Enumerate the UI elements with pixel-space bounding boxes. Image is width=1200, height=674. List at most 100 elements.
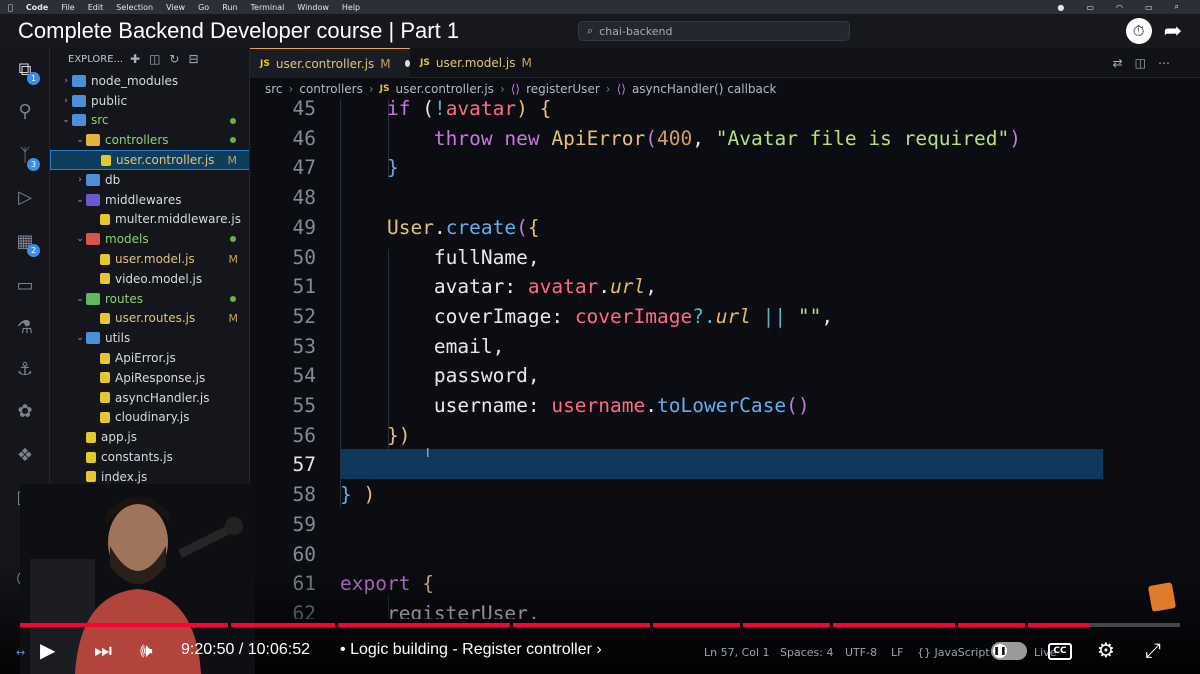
file-item[interactable]: user.routes.js M [50, 309, 249, 329]
code-line[interactable]: 57 [250, 450, 1200, 480]
chevron-right-icon[interactable]: › [74, 175, 86, 185]
folder-item[interactable]: ⌄ controllers [50, 130, 249, 150]
code-line[interactable]: 48 [250, 183, 1200, 213]
status-language[interactable]: {} JavaScript [917, 646, 990, 659]
menu-terminal[interactable]: Terminal [251, 3, 285, 12]
file-item[interactable]: app.js [50, 427, 249, 447]
folder-item[interactable]: ⌄ models [50, 229, 249, 249]
exit-fullscreen-icon[interactable]: ⤢ [1145, 638, 1161, 662]
volume-icon[interactable]: 🕪 [140, 638, 153, 662]
file-item[interactable]: user.model.js M [50, 249, 249, 269]
wifi-icon[interactable]: ◠ [1116, 3, 1123, 12]
status-cursor-position[interactable]: Ln 57, Col 1 [704, 646, 770, 659]
more-actions-icon[interactable]: ⋯ [1158, 56, 1170, 70]
chevron-right-icon[interactable]: › [60, 96, 72, 106]
breadcrumb-callback[interactable]: asyncHandler() callback [632, 82, 776, 96]
refresh-icon[interactable]: ↻ [169, 52, 179, 66]
new-file-icon[interactable]: ✚ [130, 52, 140, 66]
autoplay-toggle[interactable]: ❚❚ [991, 642, 1027, 660]
remote-explorer-icon[interactable]: ▭ [13, 274, 37, 298]
breadcrumb-controllers[interactable]: controllers [299, 82, 363, 96]
status-eol[interactable]: LF [891, 646, 903, 659]
folder-item[interactable]: › public [50, 91, 249, 111]
folder-item[interactable]: › node_modules [50, 71, 249, 91]
chevron-down-icon[interactable]: ⌄ [74, 333, 86, 343]
file-item[interactable]: constants.js [50, 447, 249, 467]
source-control-icon[interactable]: ᛉ3 [13, 144, 40, 171]
status-indentation[interactable]: Spaces: 4 [780, 646, 833, 659]
mongodb-icon[interactable]: ✿ [13, 400, 37, 424]
file-item[interactable]: user.controller.js M [50, 150, 249, 170]
watch-later-icon[interactable]: ⏱ [1125, 18, 1152, 44]
code-line[interactable]: 55 username: username.toLowerCase() [250, 391, 1200, 421]
folder-item[interactable]: › db [50, 170, 249, 190]
command-center-search[interactable]: ⌕ chai-backend [578, 21, 850, 41]
menu-go[interactable]: Go [198, 3, 209, 12]
chevron-down-icon[interactable]: ⌄ [74, 294, 86, 304]
git-graph-icon[interactable]: ❖ [13, 444, 37, 468]
chevron-down-icon[interactable]: ⌄ [74, 135, 86, 145]
collapse-all-icon[interactable]: ⊟ [188, 52, 198, 66]
new-folder-icon[interactable]: ◫ [149, 52, 160, 66]
share-icon[interactable]: ➦ [1164, 19, 1182, 44]
code-line[interactable]: 53 email, [250, 332, 1200, 362]
chevron-right-icon[interactable]: › [60, 76, 72, 86]
file-item[interactable]: asyncHandler.js [50, 388, 249, 408]
file-item[interactable]: multer.middleware.js [50, 210, 249, 230]
folder-item[interactable]: ⌄ src [50, 111, 249, 131]
extensions-icon[interactable]: ▦ 2 [13, 230, 40, 257]
next-icon[interactable]: ⏭ [94, 638, 112, 662]
breadcrumb-symbol[interactable]: registerUser [526, 82, 600, 96]
code-line[interactable]: 50 fullName, [250, 243, 1200, 273]
code-line[interactable]: 56 }) [250, 421, 1200, 451]
code-line[interactable]: 49 User.create({ [250, 213, 1200, 243]
menu-edit[interactable]: Edit [88, 3, 104, 12]
tab-user-controller[interactable]: JS user.controller.js M [250, 48, 410, 78]
play-icon[interactable]: ▶ [40, 638, 55, 662]
search-icon[interactable]: ⚲ [13, 100, 37, 124]
tab-user-model[interactable]: JS user.model.js M [410, 48, 535, 78]
chevron-down-icon[interactable]: ⌄ [60, 115, 72, 125]
code-line[interactable]: 52 coverImage: coverImage?.url || "", [250, 302, 1200, 332]
gear-icon[interactable]: ⚙ [1097, 638, 1115, 662]
testing-icon[interactable]: ⚗ [13, 316, 37, 340]
menu-window[interactable]: Window [297, 3, 329, 12]
file-item[interactable]: video.model.js [50, 269, 249, 289]
code-line[interactable]: 51 avatar: avatar.url, [250, 272, 1200, 302]
menu-selection[interactable]: Selection [116, 3, 153, 12]
chevron-down-icon[interactable]: ⌄ [74, 195, 86, 205]
breadcrumb-file[interactable]: user.controller.js [396, 82, 494, 96]
code-line[interactable]: 45 if (!avatar) { [250, 99, 1200, 124]
run-debug-icon[interactable]: ▷ [13, 186, 37, 210]
remote-indicator-icon[interactable]: ↔ [16, 646, 25, 659]
chapter-title[interactable]: • Logic building - Register controller › [340, 641, 602, 659]
code-line[interactable]: 59 [250, 510, 1200, 540]
chevron-down-icon[interactable]: ⌄ [74, 234, 86, 244]
menu-view[interactable]: View [166, 3, 185, 12]
battery-icon[interactable]: ▭ [1145, 3, 1153, 12]
code-line[interactable]: 46 throw new ApiError(400, "Avatar file … [250, 124, 1200, 154]
captions-icon[interactable]: CC [1048, 643, 1072, 660]
video-title[interactable]: Complete Backend Developer course | Part… [18, 18, 459, 44]
split-editor-icon[interactable]: ◫ [1135, 56, 1146, 70]
file-item[interactable]: ApiError.js [50, 348, 249, 368]
open-changes-icon[interactable]: ⇄ [1113, 56, 1123, 70]
screen-icon[interactable]: ▭ [1086, 3, 1094, 12]
folder-item[interactable]: ⌄ routes [50, 289, 249, 309]
apple-icon[interactable]:  [8, 3, 13, 12]
explorer-icon[interactable]: ⧉ 1 [13, 58, 40, 85]
folder-item[interactable]: ⌄ middlewares [50, 190, 249, 210]
code-editor[interactable]: 45 if (!avatar) {46 throw new ApiError(4… [250, 99, 1200, 619]
code-line[interactable]: 58} ) [250, 480, 1200, 510]
menu-help[interactable]: Help [342, 3, 360, 12]
file-item[interactable]: cloudinary.js [50, 408, 249, 428]
docker-icon[interactable]: ⚓ [13, 358, 37, 382]
file-item[interactable]: ApiResponse.js [50, 368, 249, 388]
folder-item[interactable]: ⌄ utils [50, 328, 249, 348]
menu-file[interactable]: File [61, 3, 74, 12]
code-line[interactable]: 47 } [250, 153, 1200, 183]
menu-app-name[interactable]: Code [26, 3, 49, 12]
breadcrumb-src[interactable]: src [265, 82, 283, 96]
search-icon[interactable]: ⌕ [1175, 2, 1179, 12]
code-line[interactable]: 54 password, [250, 361, 1200, 391]
